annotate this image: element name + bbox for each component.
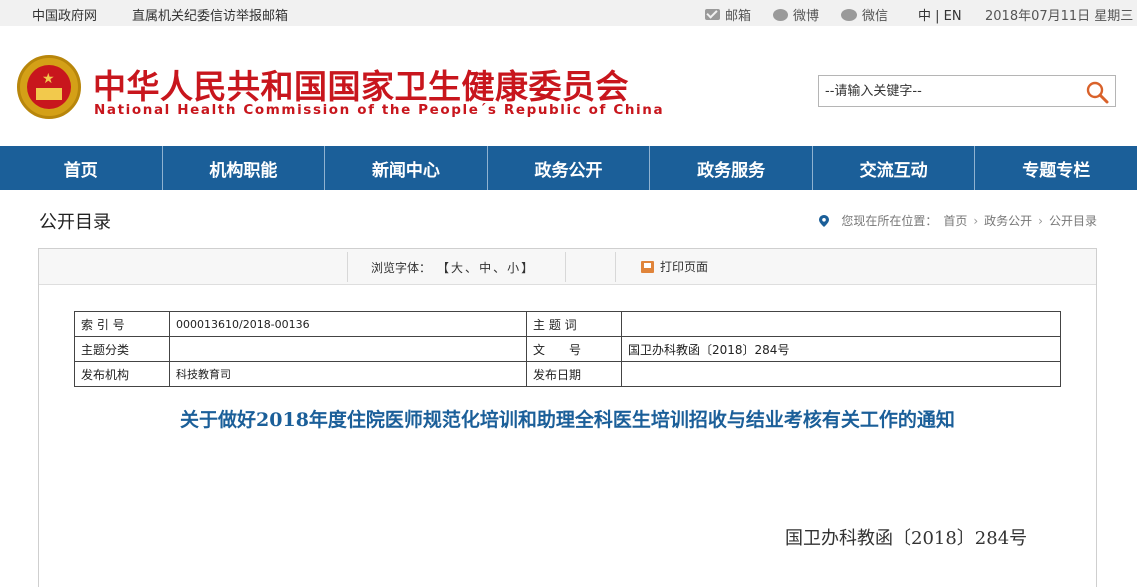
site-title-cn: 中华人民共和国国家卫生健康委员会 — [93, 67, 629, 106]
mail-link[interactable]: 邮箱 — [705, 5, 751, 24]
current-date: 2018年07月11日 星期三 — [985, 9, 1134, 24]
breadcrumb-home[interactable]: 首页 — [943, 212, 967, 229]
link-report-mailbox[interactable]: 直属机关纪委信访举报邮箱 — [132, 5, 288, 24]
breadcrumb-separator: › — [1038, 213, 1043, 228]
breadcrumb-prefix: 您现在所在位置： — [841, 214, 938, 228]
location-pin-icon — [819, 214, 830, 227]
wechat-icon — [841, 8, 857, 21]
document-number: 国卫办科教函〔2018〕284号 — [785, 528, 1028, 549]
main-nav: 首页 机构职能 新闻中心 政务公开 政务服务 交流互动 专题专栏 — [0, 146, 1137, 190]
national-emblem-icon[interactable]: ★ — [17, 55, 81, 119]
meta-org-value: 科技教育司 — [169, 361, 527, 387]
meta-keyword-value — [621, 311, 1061, 337]
nav-functions[interactable]: 机构职能 — [163, 146, 326, 190]
site-title-en: National Health Commission of the People… — [94, 102, 665, 118]
meta-docno-value: 国卫办科教函〔2018〕284号 — [621, 336, 1061, 362]
meta-label: 发布日期 — [526, 361, 622, 387]
breadcrumb-separator: › — [973, 213, 979, 228]
breadcrumb-gov-affairs[interactable]: 政务公开 — [984, 212, 1032, 229]
nav-interaction[interactable]: 交流互动 — [813, 146, 976, 190]
meta-label: 索 引 号 — [74, 311, 170, 337]
table-row: 索 引 号 000013610/2018-00136 主 题 词 — [74, 311, 1061, 337]
table-row: 主题分类 文 号 国卫办科教函〔2018〕284号 — [74, 336, 1061, 362]
meta-label: 发布机构 — [74, 361, 170, 387]
breadcrumb-catalog[interactable]: 公开目录 — [1049, 212, 1097, 229]
document-title: 关于做好2018年度住院医师规范化培训和助理全科医生培训招收与结业考核有关工作的… — [180, 409, 955, 431]
bracket-open: 【 — [437, 261, 450, 275]
search-input[interactable] — [819, 76, 1069, 106]
nav-home[interactable]: 首页 — [0, 146, 163, 190]
article-toolbar: 浏览字体： 【 大 、 中 、 小 】 打印页面 — [39, 249, 1096, 285]
meta-date-value — [621, 361, 1061, 387]
meta-label: 主题分类 — [74, 336, 170, 362]
page-title: 公开目录 — [39, 212, 111, 233]
weibo-link[interactable]: 微博 — [773, 5, 819, 24]
mail-label: 邮箱 — [725, 9, 752, 24]
font-separator: 、 — [493, 261, 506, 275]
link-gov-cn[interactable]: 中国政府网 — [32, 5, 97, 24]
meta-category-value — [169, 336, 527, 362]
weibo-icon — [773, 8, 788, 21]
breadcrumb: 您现在所在位置： 首页 › 政务公开 › 公开目录 — [819, 212, 1097, 229]
bracket-close: 】 — [521, 261, 534, 275]
nav-topics[interactable]: 专题专栏 — [975, 146, 1137, 190]
weibo-label: 微博 — [793, 9, 820, 24]
nav-gov-affairs[interactable]: 政务公开 — [488, 146, 651, 190]
search-icon[interactable] — [1085, 80, 1109, 104]
printer-icon — [641, 260, 654, 273]
font-small-link[interactable]: 小 — [505, 259, 521, 276]
mail-icon — [705, 9, 720, 20]
wechat-label: 微信 — [862, 9, 889, 24]
meta-label: 主 题 词 — [526, 311, 622, 337]
font-medium-link[interactable]: 中 — [477, 259, 493, 276]
wechat-link[interactable]: 微信 — [841, 5, 888, 24]
print-button[interactable]: 打印页面 — [641, 258, 708, 275]
font-large-link[interactable]: 大 — [449, 259, 465, 276]
site-header: ★ 中华人民共和国国家卫生健康委员会 National Health Commi… — [0, 26, 1137, 146]
nav-services[interactable]: 政务服务 — [650, 146, 813, 190]
meta-label: 文 号 — [526, 336, 622, 362]
top-bar: 中国政府网 直属机关纪委信访举报邮箱 邮箱 微博 微信 中 | EN 2018年… — [0, 0, 1137, 26]
table-row: 发布机构 科技教育司 发布日期 — [74, 361, 1061, 387]
font-separator: 、 — [465, 261, 478, 275]
meta-index-value: 000013610/2018-00136 — [169, 311, 527, 337]
nav-news[interactable]: 新闻中心 — [325, 146, 488, 190]
document-meta-table: 索 引 号 000013610/2018-00136 主 题 词 主题分类 文 … — [74, 311, 1061, 387]
font-size-label: 浏览字体： — [371, 261, 432, 275]
font-size-control: 浏览字体： 【 大 、 中 、 小 】 — [371, 259, 533, 276]
content-panel: 浏览字体： 【 大 、 中 、 小 】 打印页面 索 引 号 000013610… — [38, 248, 1097, 587]
language-switch[interactable]: 中 | EN — [918, 5, 962, 24]
search-box — [818, 75, 1116, 107]
print-label: 打印页面 — [660, 260, 709, 274]
